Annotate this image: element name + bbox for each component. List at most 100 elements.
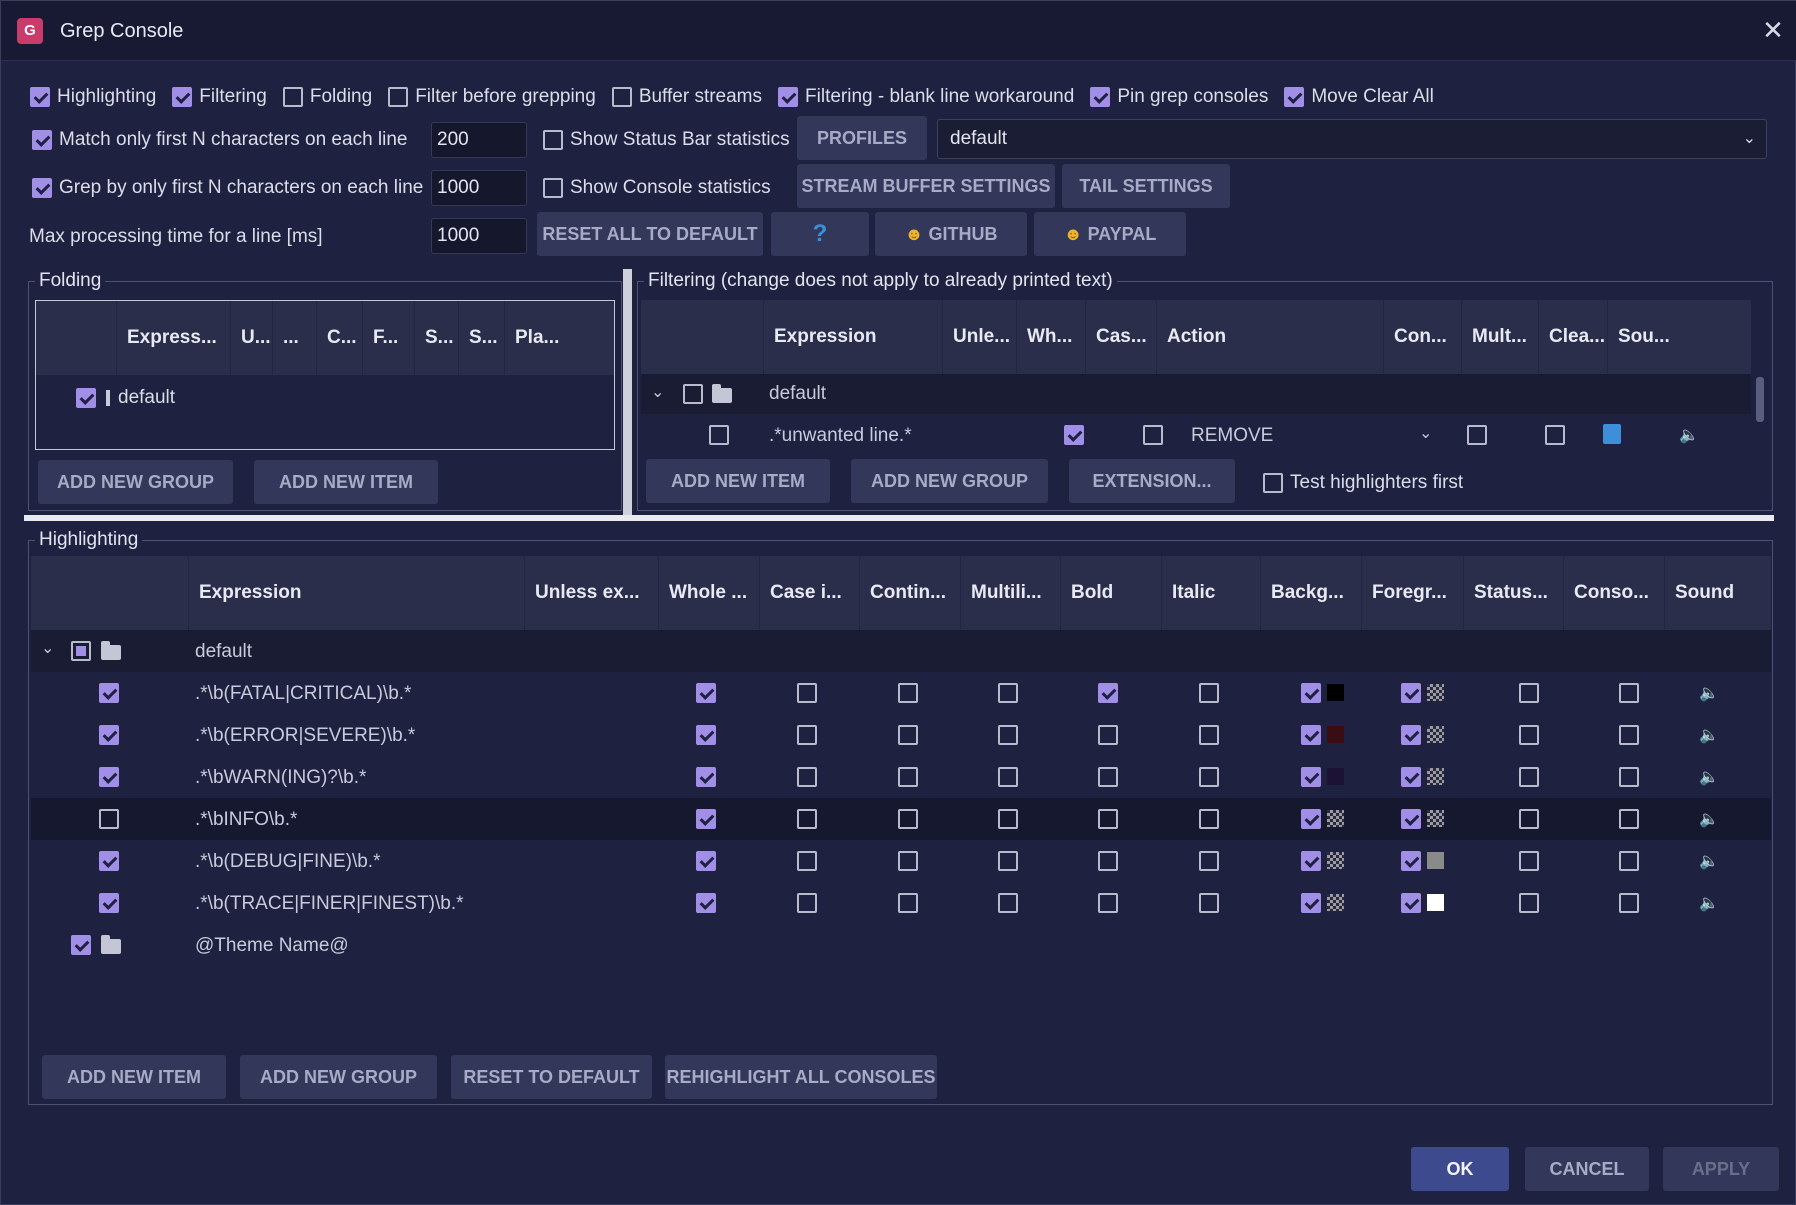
row-whole-word-checkbox[interactable] bbox=[696, 725, 716, 745]
row-bold-checkbox[interactable] bbox=[1098, 851, 1118, 871]
row-multiline-checkbox[interactable] bbox=[998, 851, 1018, 871]
option-checkbox[interactable] bbox=[172, 87, 193, 107]
column-header[interactable]: Pla... bbox=[504, 301, 614, 375]
row-case-insensitive-checkbox[interactable] bbox=[797, 893, 817, 913]
column-header[interactable]: S... bbox=[414, 301, 458, 375]
row-fg-color-swatch[interactable] bbox=[1427, 852, 1444, 869]
sound-icon[interactable]: 🔈 bbox=[1699, 851, 1719, 871]
option-checkbox[interactable] bbox=[30, 87, 50, 107]
sound-icon[interactable]: 🔈 bbox=[1699, 893, 1719, 913]
row-bg-checkbox[interactable] bbox=[1301, 851, 1321, 871]
sound-icon[interactable]: 🔈 bbox=[1699, 683, 1719, 703]
status-bar-option[interactable]: Show Status Bar statistics bbox=[543, 129, 806, 151]
grep-first-checkbox[interactable] bbox=[32, 178, 52, 198]
option-checkbox[interactable] bbox=[1090, 87, 1111, 107]
row-enabled-checkbox[interactable] bbox=[99, 725, 119, 745]
row-bg-color-swatch[interactable] bbox=[1327, 768, 1344, 785]
folding-add-group-button[interactable]: ADD NEW GROUP bbox=[38, 460, 233, 504]
highlighting-row[interactable]: .*\b(FATAL|CRITICAL)\b.* 🔈 bbox=[31, 672, 1771, 714]
row-multiline-checkbox[interactable] bbox=[998, 893, 1018, 913]
row-continue-checkbox[interactable] bbox=[898, 725, 918, 745]
column-header[interactable]: Expression bbox=[188, 556, 524, 630]
row-bg-checkbox[interactable] bbox=[1301, 767, 1321, 787]
row-fg-checkbox[interactable] bbox=[1401, 809, 1421, 829]
row-case-insensitive-checkbox[interactable] bbox=[797, 725, 817, 745]
row-bg-color-swatch[interactable] bbox=[1327, 852, 1344, 869]
row-console-checkbox[interactable] bbox=[1619, 683, 1639, 703]
option-2[interactable]: Folding bbox=[282, 86, 388, 108]
folding-add-item-button[interactable]: ADD NEW ITEM bbox=[254, 460, 438, 504]
row-multiline-checkbox[interactable] bbox=[998, 683, 1018, 703]
filtering-add-group-button[interactable]: ADD NEW GROUP bbox=[851, 459, 1048, 503]
row-bold-checkbox[interactable] bbox=[1098, 683, 1118, 703]
highlighting-add-item-button[interactable]: ADD NEW ITEM bbox=[42, 1055, 226, 1099]
row-fg-color-swatch[interactable] bbox=[1427, 810, 1444, 827]
row-fg-color-swatch[interactable] bbox=[1427, 726, 1444, 743]
match-first-option[interactable]: Match only first N characters on each li… bbox=[32, 129, 424, 151]
row-fg-checkbox[interactable] bbox=[1401, 893, 1421, 913]
row-bold-checkbox[interactable] bbox=[1098, 893, 1118, 913]
option-3[interactable]: Filter before grepping bbox=[388, 86, 612, 108]
filtering-row-whole-checkbox[interactable] bbox=[1064, 425, 1084, 445]
github-button[interactable]: ☻ GITHUB bbox=[875, 212, 1027, 256]
filtering-extension-button[interactable]: EXTENSION... bbox=[1069, 459, 1235, 503]
column-header[interactable]: Foregr... bbox=[1361, 556, 1463, 630]
column-header[interactable]: Backg... bbox=[1260, 556, 1361, 630]
row-enabled-checkbox[interactable] bbox=[99, 683, 119, 703]
theme-row[interactable]: @Theme Name@ bbox=[31, 924, 1771, 966]
option-checkbox[interactable] bbox=[388, 87, 409, 107]
column-header[interactable]: Cas... bbox=[1085, 300, 1156, 374]
row-whole-word-checkbox[interactable] bbox=[696, 851, 716, 871]
row-case-insensitive-checkbox[interactable] bbox=[797, 851, 817, 871]
row-bold-checkbox[interactable] bbox=[1098, 767, 1118, 787]
row-bg-checkbox[interactable] bbox=[1301, 893, 1321, 913]
row-whole-word-checkbox[interactable] bbox=[696, 893, 716, 913]
option-checkbox[interactable] bbox=[778, 87, 799, 107]
column-header[interactable]: Italic bbox=[1161, 556, 1260, 630]
reset-to-default-button[interactable]: RESET TO DEFAULT bbox=[451, 1055, 652, 1099]
grep-first-option[interactable]: Grep by only first N characters on each … bbox=[32, 177, 439, 199]
row-console-checkbox[interactable] bbox=[1619, 851, 1639, 871]
option-1[interactable]: Filtering bbox=[172, 86, 283, 108]
rehighlight-all-button[interactable]: REHIGHLIGHT ALL CONSOLES bbox=[665, 1055, 937, 1099]
close-icon[interactable]: ✕ bbox=[1759, 15, 1787, 45]
row-expression[interactable]: .*\b(ERROR|SEVERE)\b.* bbox=[195, 725, 415, 747]
option-checkbox[interactable] bbox=[611, 87, 632, 107]
row-status-checkbox[interactable] bbox=[1519, 683, 1539, 703]
row-fg-checkbox[interactable] bbox=[1401, 725, 1421, 745]
row-italic-checkbox[interactable] bbox=[1199, 725, 1219, 745]
sound-icon[interactable]: 🔈 bbox=[1679, 425, 1699, 445]
row-status-checkbox[interactable] bbox=[1519, 725, 1539, 745]
option-6[interactable]: Pin grep consoles bbox=[1090, 86, 1284, 108]
highlighting-row[interactable]: .*\b(TRACE|FINER|FINEST)\b.* 🔈 bbox=[31, 882, 1771, 924]
row-bg-color-swatch[interactable] bbox=[1327, 810, 1344, 827]
row-whole-word-checkbox[interactable] bbox=[696, 809, 716, 829]
trash-icon[interactable] bbox=[1603, 424, 1621, 444]
option-checkbox[interactable] bbox=[1284, 87, 1305, 107]
column-header[interactable]: ... bbox=[272, 301, 316, 375]
grep-first-input[interactable]: 1000 bbox=[431, 170, 527, 206]
column-header[interactable]: Unle... bbox=[942, 300, 1016, 374]
column-header[interactable]: Bold bbox=[1060, 556, 1161, 630]
highlighting-row[interactable]: .*\bWARN(ING)?\b.* 🔈 bbox=[31, 756, 1771, 798]
row-fg-checkbox[interactable] bbox=[1401, 683, 1421, 703]
column-header[interactable]: Con... bbox=[1383, 300, 1461, 374]
tail-settings-button[interactable]: TAIL SETTINGS bbox=[1062, 164, 1230, 208]
profile-select[interactable]: default ⌄ bbox=[937, 119, 1767, 159]
row-expression[interactable]: .*\b(FATAL|CRITICAL)\b.* bbox=[195, 683, 411, 705]
highlighting-add-group-button[interactable]: ADD NEW GROUP bbox=[240, 1055, 437, 1099]
sound-icon[interactable]: 🔈 bbox=[1699, 809, 1719, 829]
column-header[interactable]: Wh... bbox=[1016, 300, 1085, 374]
row-bold-checkbox[interactable] bbox=[1098, 809, 1118, 829]
highlighting-row[interactable]: .*\b(ERROR|SEVERE)\b.* 🔈 bbox=[31, 714, 1771, 756]
row-continue-checkbox[interactable] bbox=[898, 767, 918, 787]
chevron-down-icon[interactable]: ⌄ bbox=[41, 638, 54, 658]
test-highlighters-checkbox[interactable] bbox=[1263, 473, 1283, 493]
row-expression[interactable]: .*\bINFO\b.* bbox=[195, 809, 297, 831]
row-continue-checkbox[interactable] bbox=[898, 683, 918, 703]
row-console-checkbox[interactable] bbox=[1619, 809, 1639, 829]
console-stats-checkbox[interactable] bbox=[543, 178, 563, 198]
row-continue-checkbox[interactable] bbox=[898, 809, 918, 829]
row-continue-checkbox[interactable] bbox=[898, 851, 918, 871]
paypal-button[interactable]: ☻ PAYPAL bbox=[1034, 212, 1186, 256]
